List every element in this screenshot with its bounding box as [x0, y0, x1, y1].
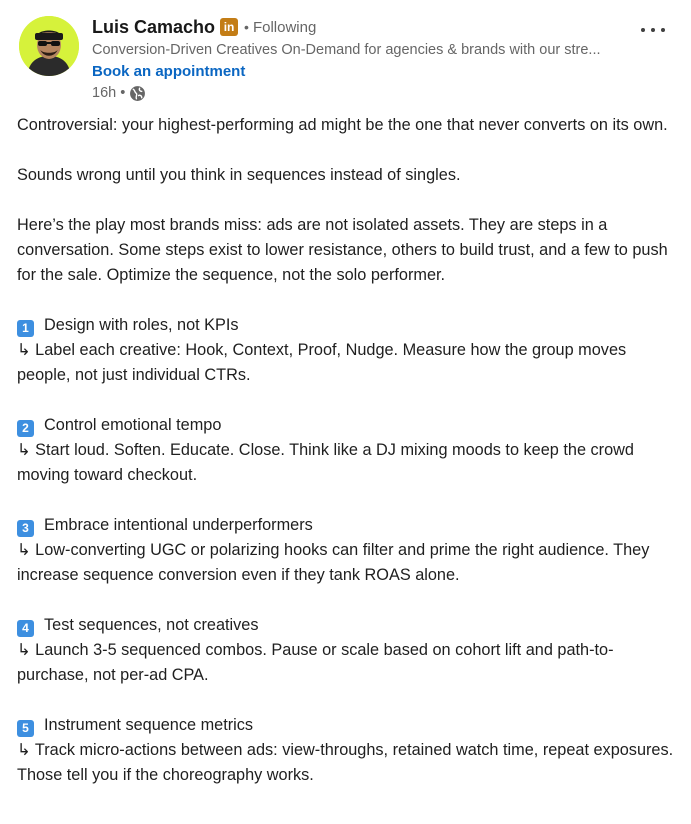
item-title: Embrace intentional underperformers — [44, 516, 313, 534]
separator-dot: • — [120, 85, 126, 101]
keycap-number-icon: 5 — [17, 720, 34, 737]
item-body: ↳ Low-converting UGC or polarizing hooks… — [17, 541, 650, 584]
author-name-row: Luis Camacho in • Following — [92, 14, 631, 40]
item-body: ↳ Start loud. Soften. Educate. Close. Th… — [17, 441, 634, 484]
author-meta: Luis Camacho in • Following Conversion-D… — [92, 14, 631, 102]
item-title: Instrument sequence metrics — [44, 716, 254, 734]
item-body: ↳ Launch 3-5 sequenced combos. Pause or … — [17, 641, 614, 684]
keycap-number-icon: 1 — [17, 320, 34, 337]
item-title: Design with roles, not KPIs — [44, 316, 239, 334]
keycap-number-icon: 2 — [17, 420, 34, 437]
list-item: 4 Test sequences, not creatives ↳ Launch … — [17, 613, 681, 688]
book-appointment-link[interactable]: Book an appointment — [92, 63, 245, 81]
avatar-image — [19, 16, 79, 76]
list-item: 3 Embrace intentional underperformers ↳ L… — [17, 513, 681, 588]
globe-icon — [129, 85, 146, 102]
list-item: 2 Control emotional tempo ↳ Start loud. S… — [17, 413, 681, 488]
post-time[interactable]: 16h — [92, 84, 116, 102]
separator-dot: • — [244, 19, 249, 35]
item-body: ↳ Track micro-actions between ads: view-… — [17, 741, 674, 784]
author-name[interactable]: Luis Camacho — [92, 17, 215, 38]
item-title: Control emotional tempo — [44, 416, 222, 434]
keycap-number-icon: 4 — [17, 620, 34, 637]
linkedin-premium-icon: in — [220, 18, 239, 36]
list-item: 5 Instrument sequence metrics ↳ Track mic… — [17, 713, 681, 788]
keycap-number-icon: 3 — [17, 520, 34, 537]
post-timestamp-row: 16h • — [92, 84, 631, 102]
item-title: Test sequences, not creatives — [44, 616, 259, 634]
avatar[interactable] — [19, 16, 79, 76]
post-paragraph: Here’s the play most brands miss: ads ar… — [17, 216, 668, 284]
more-horizontal-icon[interactable] — [641, 22, 665, 38]
post-body: Controversial: your highest-performing a… — [17, 113, 681, 813]
following-status: Following — [252, 18, 317, 36]
list-item: 1 Design with roles, not KPIs ↳ Label eac… — [17, 313, 681, 388]
post-header: Luis Camacho in • Following Conversion-D… — [16, 14, 691, 104]
post-paragraph: Controversial: your highest-performing a… — [17, 116, 668, 134]
post-paragraph: Sounds wrong until you think in sequence… — [17, 166, 461, 184]
author-headline[interactable]: Conversion-Driven Creatives On-Demand fo… — [92, 41, 620, 59]
item-body: ↳ Label each creative: Hook, Context, Pr… — [17, 341, 627, 384]
